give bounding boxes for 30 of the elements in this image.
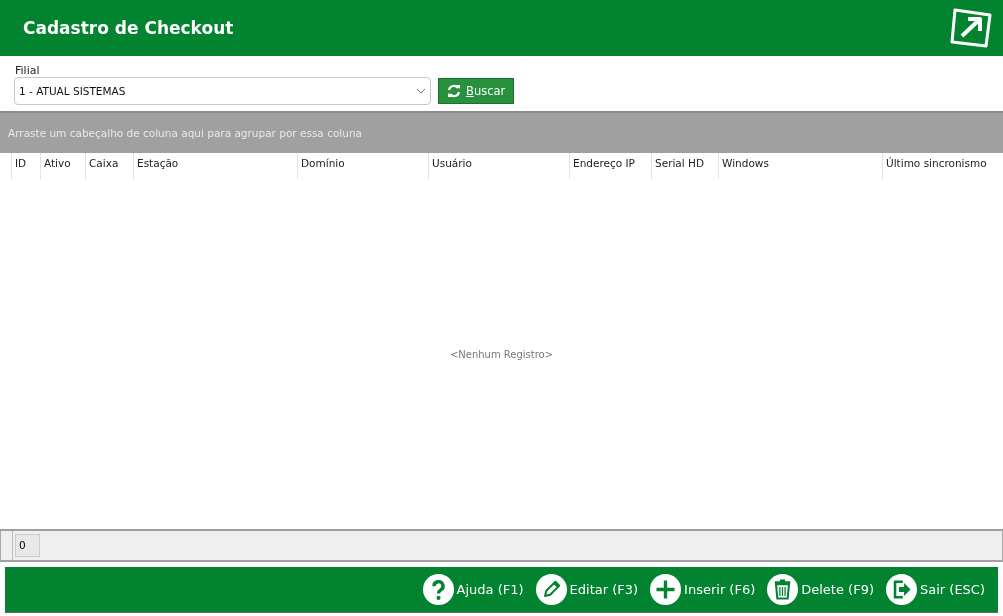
column-header[interactable]: Último sincronismo <box>882 153 1003 179</box>
column-header[interactable]: Windows <box>718 153 882 179</box>
column-header[interactable]: Domínio <box>297 153 428 179</box>
help-button[interactable]: Ajuda (F1) <box>422 574 524 605</box>
help-icon <box>422 574 454 605</box>
refresh-icon <box>447 83 461 98</box>
search-button[interactable]: Buscar <box>438 77 515 104</box>
record-count: 0 <box>15 534 40 557</box>
branch-dropdown[interactable]: 1 - ATUAL SISTEMAS <box>14 77 431 105</box>
column-header[interactable]: Endereço IP <box>569 153 651 179</box>
insert-button[interactable]: Inserir (F6) <box>650 574 756 605</box>
exit-icon <box>886 574 917 605</box>
exit-button[interactable]: Sair (ESC) <box>886 574 985 605</box>
edit-button[interactable]: Editar (F3) <box>535 574 639 605</box>
trash-icon <box>767 574 799 605</box>
column-header[interactable]: Caixa <box>85 153 133 179</box>
plus-icon <box>650 574 682 605</box>
column-header[interactable]: Serial HD <box>651 153 718 179</box>
pencil-icon <box>535 574 567 605</box>
group-by-hint: Arraste um cabeçalho de coluna aqui para agrupar por essa coluna <box>0 113 1003 153</box>
column-header[interactable]: ID <box>11 153 40 179</box>
column-header[interactable]: Ativo <box>40 153 85 179</box>
column-header[interactable]: Usuário <box>428 153 569 179</box>
delete-button[interactable]: Delete (F9) <box>767 574 874 605</box>
logo-icon <box>949 6 993 50</box>
window-title: Cadastro de Checkout <box>23 18 234 38</box>
empty-message: <Nenhum Registro> <box>449 348 554 360</box>
chevron-down-icon <box>416 88 426 94</box>
filter-label: Filial <box>15 64 41 77</box>
column-header[interactable]: Estação <box>133 153 297 179</box>
